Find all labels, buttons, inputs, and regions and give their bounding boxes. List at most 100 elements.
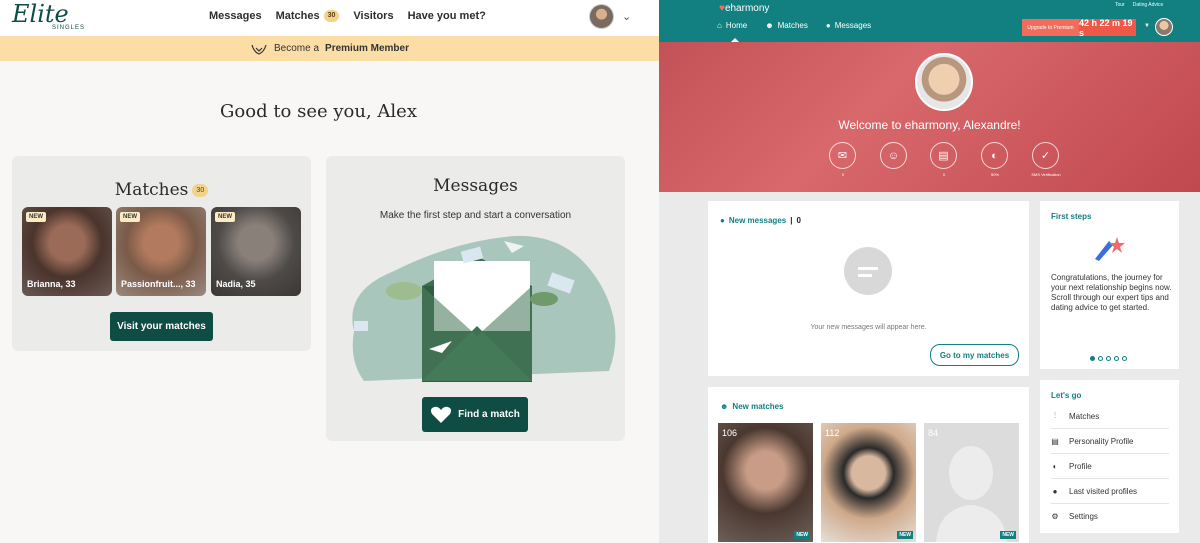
nav-matches-label: Matches — [275, 10, 320, 22]
go-to-matches-button[interactable]: Go to my matches — [930, 344, 1019, 366]
empty-chat-icon — [844, 247, 892, 295]
elite-logo[interactable]: Elite — [12, 2, 69, 26]
messages-card-title: Messages — [433, 176, 518, 196]
find-match-button[interactable]: Find a match — [422, 397, 528, 432]
nav-have-you-met-label: Have you met? — [407, 10, 486, 22]
menu-item-matches[interactable]: ⫶ Matches — [1051, 404, 1169, 429]
top-link-tour[interactable]: Tour — [1115, 2, 1125, 8]
top-bar: ♥eharmony Tour Dating Advice ⌂ Home ☻ Matc… — [659, 0, 1200, 42]
menu-item-settings[interactable]: ⚙ Settings — [1051, 504, 1169, 529]
empty-messages-text: Your new messages will appear here. — [810, 324, 927, 331]
main-tabs: ⌂ Home ☻ Matches ● Messages — [717, 21, 871, 30]
carousel-dot[interactable] — [1106, 356, 1111, 361]
new-badge: NEW — [26, 212, 46, 222]
top-navigation: Elite SINGLES Messages Matches 30 Visitor… — [0, 0, 659, 36]
user-avatar[interactable] — [1155, 18, 1173, 36]
matches-card: Matches 30 NEW Brianna, 33 NEW Passionfru… — [12, 156, 311, 351]
new-badge: NEW — [120, 212, 140, 222]
menu-item-personality-profile[interactable]: ▤ Personality Profile — [1051, 429, 1169, 454]
menu-item-last-visited[interactable]: ● Last visited profiles — [1051, 479, 1169, 504]
first-steps-title: First steps — [1051, 212, 1092, 221]
placeholder-avatar-icon — [936, 446, 1007, 542]
nav-have-you-met[interactable]: Have you met? — [408, 10, 486, 22]
menu-item-label: Profile — [1069, 461, 1092, 471]
welcome-text: Welcome to eharmony, Alexandre! — [838, 118, 1021, 132]
rocket-icon — [1095, 237, 1125, 261]
menu-item-label: Settings — [1069, 512, 1098, 521]
half-circle-icon: ◐ — [1052, 461, 1058, 471]
user-avatar[interactable] — [589, 4, 614, 29]
tab-messages[interactable]: ● Messages — [826, 21, 871, 30]
visit-matches-button[interactable]: Visit your matches — [110, 312, 213, 341]
people-icon: ☻ — [765, 21, 774, 30]
chat-bubble-icon: ● — [720, 216, 725, 225]
visit-matches-label: Visit your matches — [117, 321, 206, 332]
tab-home-label: Home — [725, 21, 748, 30]
new-matches-panel: ☻ New matches 106 NEW 112 NEW 84 NEW — [708, 387, 1029, 543]
carousel-dot[interactable] — [1098, 356, 1103, 361]
premium-banner[interactable]: Become a Premium Member — [0, 36, 659, 61]
carousel-dot[interactable] — [1090, 356, 1095, 361]
match-card[interactable]: 106 NEW — [718, 423, 813, 542]
matches-card-count: 30 — [192, 184, 209, 197]
elite-singles-app: Elite SINGLES Messages Matches 30 Visitor… — [0, 0, 659, 543]
screenshot-composite: Elite SINGLES Messages Matches 30 Visitor… — [0, 0, 1200, 543]
half-circle-icon[interactable]: ◐ — [981, 142, 1008, 169]
top-links: Tour Dating Advice — [1115, 2, 1163, 8]
shield-check-icon[interactable]: ✓ — [1032, 142, 1059, 169]
premium-strong: Premium Member — [325, 43, 409, 54]
chat-bubble-icon: ● — [825, 21, 831, 30]
compatibility-score: 106 — [722, 428, 738, 438]
match-name: Passionfruit..., 33 — [121, 279, 196, 289]
new-badge: NEW — [1000, 531, 1016, 539]
matches-card-title-text: Matches — [114, 180, 189, 200]
carousel-dot[interactable] — [1114, 356, 1119, 361]
first-steps-panel: First steps Congratulations, the journey… — [1040, 201, 1179, 369]
people-icon: ☻ — [720, 402, 729, 411]
greeting-heading: Good to see you, Alex — [220, 101, 417, 122]
chat-icon[interactable]: ✉ — [829, 142, 856, 169]
carousel-dot[interactable] — [1122, 356, 1127, 361]
compatibility-score: 112 — [825, 428, 840, 438]
match-profile-card[interactable]: NEW Nadia, 35 — [211, 207, 301, 296]
match-card[interactable]: 84 NEW — [924, 423, 1019, 542]
top-link-dating-advice[interactable]: Dating Advice — [1133, 2, 1164, 8]
messages-card: Messages Make the first step and start a… — [326, 156, 625, 441]
sliders-icon: ⫶ — [1054, 411, 1056, 420]
chevron-down-icon[interactable]: ▼ — [1144, 23, 1150, 29]
eharmony-logo-text: eharmony — [724, 3, 770, 14]
find-match-label: Find a match — [458, 409, 520, 420]
tab-home[interactable]: ⌂ Home — [717, 21, 747, 30]
nav-links: Messages Matches 30 Visitors Have you met… — [209, 10, 486, 22]
match-profile-card[interactable]: NEW Passionfruit..., 33 — [116, 207, 206, 296]
stat-label: 0 — [841, 172, 845, 177]
nav-messages[interactable]: Messages — [209, 10, 262, 22]
new-messages-count: 0 — [796, 216, 801, 225]
match-name: Brianna, 33 — [27, 279, 76, 289]
match-card[interactable]: 112 NEW — [821, 423, 916, 542]
stat-label: 0 — [942, 172, 946, 177]
heart-icon — [431, 406, 452, 423]
new-badge: NEW — [215, 212, 235, 222]
nav-matches[interactable]: Matches 30 — [276, 10, 340, 22]
new-badge: NEW — [794, 531, 810, 539]
new-messages-panel: ● New messages | 0 Your new messages wil… — [708, 201, 1029, 376]
premium-prefix: Become a — [274, 43, 320, 54]
document-icon: ▤ — [1051, 436, 1059, 446]
people-icon[interactable]: ☺ — [880, 142, 907, 169]
chevron-down-icon[interactable]: ⌄ — [622, 10, 631, 23]
menu-item-profile[interactable]: ◐ Profile — [1051, 454, 1169, 479]
laurel-icon — [251, 44, 267, 55]
tab-messages-label: Messages — [834, 21, 872, 30]
eharmony-logo[interactable]: ♥eharmony — [719, 3, 769, 14]
nav-visitors[interactable]: Visitors — [353, 10, 393, 22]
matches-count-badge: 30 — [323, 10, 340, 22]
elite-logo-subtitle: SINGLES — [52, 25, 86, 31]
match-profile-card[interactable]: NEW Brianna, 33 — [22, 207, 112, 296]
tab-matches[interactable]: ☻ Matches — [765, 21, 808, 30]
upgrade-premium-button[interactable]: Upgrade to Premium — [1022, 19, 1079, 36]
profile-card-icon[interactable]: ▤ — [930, 142, 957, 169]
profile-photo[interactable] — [915, 53, 973, 111]
envelope-illustration — [352, 235, 616, 382]
matches-card-title: Matches 30 — [12, 180, 311, 200]
